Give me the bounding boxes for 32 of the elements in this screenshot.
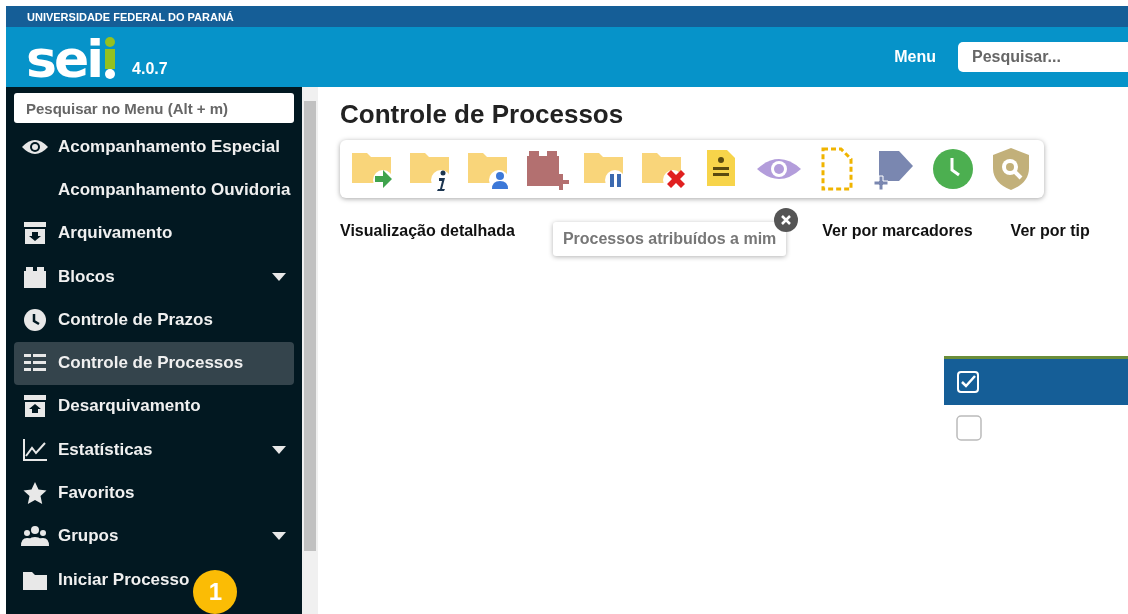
chart-icon — [21, 437, 49, 462]
menu-item[interactable]: Controle de Processos — [14, 341, 294, 385]
search-field[interactable]: Pesquisar... — [958, 42, 1128, 72]
menu-item[interactable]: Acompanhamento Ouvidoria — [14, 168, 294, 212]
version-label: 4.0.7 — [132, 60, 168, 78]
view-link[interactable]: Visualização detalhada — [340, 222, 515, 240]
menu-item[interactable]: Blocos — [14, 254, 294, 299]
clock-icon — [21, 307, 49, 332]
menu-item[interactable]: Acompanhamento Especial — [14, 125, 294, 169]
row-checkbox[interactable] — [956, 415, 982, 441]
menu-item[interactable]: Iniciar Processo — [14, 558, 194, 602]
menu-item[interactable]: Controle de Prazos — [14, 298, 294, 342]
menu-item[interactable]: Arquivamento — [14, 211, 294, 255]
institution-name: UNIVERSIDADE FEDERAL DO PARANÁ — [27, 10, 234, 23]
page-title: Controle de Processos — [340, 99, 625, 130]
star-icon — [21, 481, 49, 506]
close-icon[interactable] — [774, 208, 799, 232]
menu-item[interactable]: Grupos — [14, 514, 294, 558]
view-link[interactable]: Ver por marcadores — [822, 222, 973, 240]
block-icon — [21, 264, 49, 289]
archive-up-icon — [21, 394, 49, 419]
archive-down-icon — [21, 221, 49, 246]
view-link[interactable]: Ver por tip — [1010, 222, 1090, 240]
select-all-checkbox[interactable] — [956, 370, 980, 394]
tooltip-text: Processos atribuídos a mim — [562, 230, 777, 247]
menu-item[interactable]: Desarquivamento — [14, 384, 294, 429]
step-badge: 1 — [193, 570, 238, 614]
menu-item[interactable]: Estatísticas — [14, 428, 294, 472]
menu-search-field[interactable]: Pesquisar no Menu (Alt + m) — [14, 93, 294, 124]
scrollbar[interactable] — [302, 87, 318, 614]
users-icon — [21, 524, 49, 549]
menu-item[interactable]: Favoritos — [14, 471, 294, 515]
